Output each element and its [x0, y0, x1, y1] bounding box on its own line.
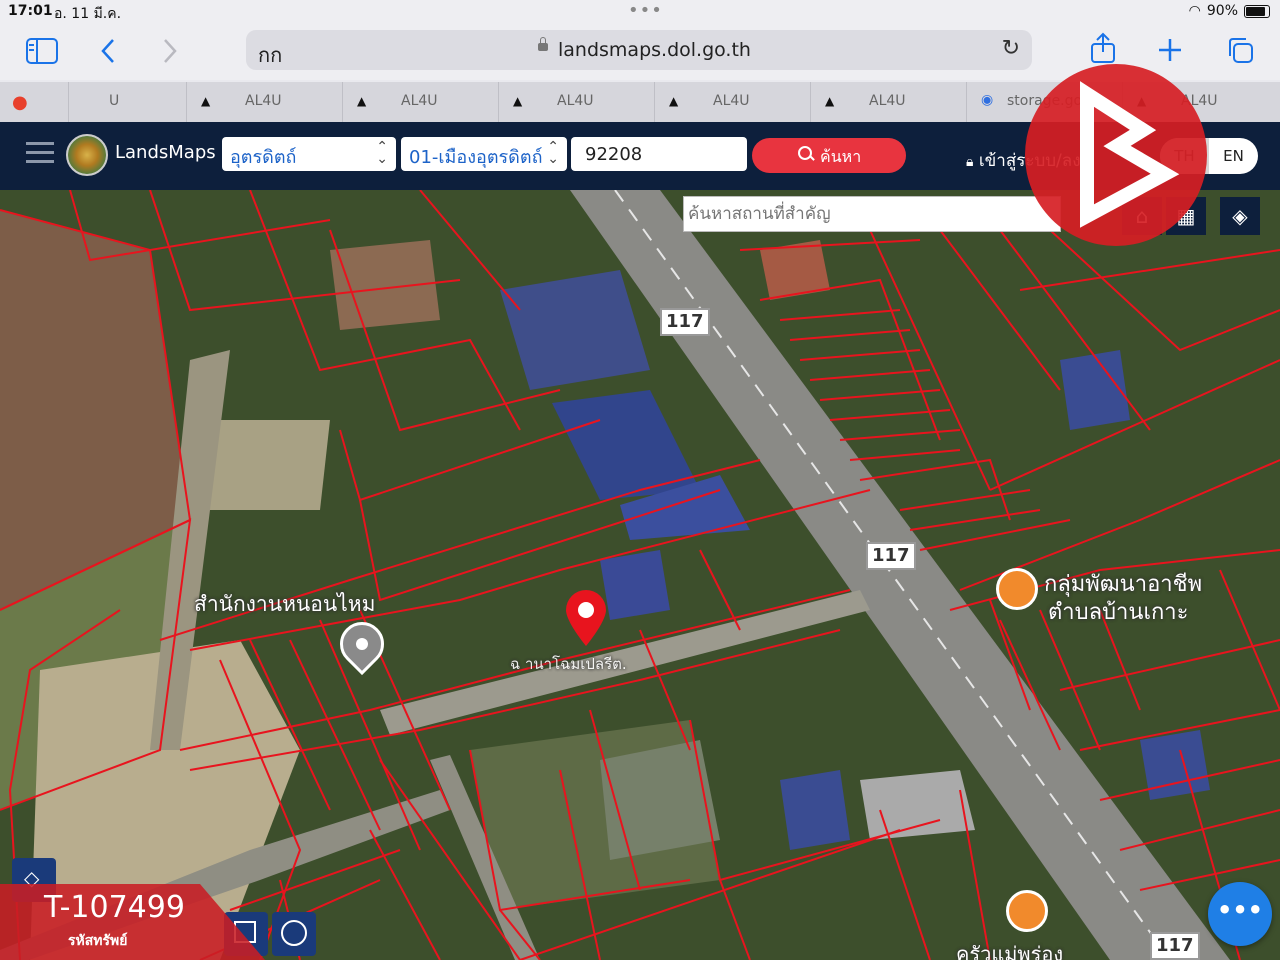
province-select[interactable]: อุตรดิตถ์ ⌃ ⌄ — [222, 137, 396, 171]
url-text: landsmaps.dol.go.th — [558, 39, 751, 61]
search-icon — [798, 146, 812, 160]
lock-icon: 🔒︎ — [966, 154, 974, 170]
tab-4[interactable]: ▲ AL4U — [498, 82, 655, 122]
forward-icon[interactable] — [162, 38, 178, 64]
reload-icon[interactable]: ↻ — [1002, 36, 1020, 61]
location-pin-icon[interactable] — [564, 590, 608, 648]
clock: 17:01 — [8, 3, 53, 19]
asset-code: T-107499 — [44, 890, 185, 925]
place-marker-dot — [356, 638, 368, 650]
status-bar: 17:01 อ. 11 มี.ค. ••• ◠ 90% — [0, 0, 1280, 24]
new-tab-icon[interactable] — [1158, 38, 1182, 62]
road-number-badge: 117 — [660, 308, 710, 336]
department-seal-logo — [66, 134, 108, 176]
triangle-icon: ▲ — [669, 94, 679, 108]
tab-2[interactable]: ▲ AL4U — [186, 82, 343, 122]
menu-icon[interactable] — [26, 142, 54, 166]
more-options-button[interactable]: ••• — [1208, 882, 1272, 946]
lock-icon — [538, 37, 548, 51]
restaurant-marker-icon[interactable] — [1006, 890, 1048, 932]
battery-status: ◠ 90% — [1189, 3, 1270, 19]
road-number-badge: 117 — [866, 542, 916, 570]
place-label-restaurant: ครัวแม่พร่อง — [956, 942, 1064, 960]
lang-en-button[interactable]: EN — [1209, 138, 1258, 174]
search-button[interactable]: ค้นหา — [752, 138, 906, 173]
layers-icon[interactable]: ◈ — [1220, 197, 1260, 235]
shop-marker-icon[interactable] — [996, 568, 1038, 610]
tab-5[interactable]: ▲ AL4U — [654, 82, 811, 122]
tab-maps[interactable]: ● — [0, 82, 68, 122]
chevron-updown-icon: ⌃ ⌄ — [547, 139, 559, 167]
storage-icon: ◉ — [981, 92, 994, 108]
address-bar[interactable]: กก landsmaps.dol.go.th ↻ — [246, 30, 1032, 70]
triangle-icon: ▲ — [357, 94, 367, 108]
asset-code-caption: รหัสทรัพย์ — [68, 933, 128, 949]
brand-name: LandsMaps — [115, 142, 216, 163]
district-select[interactable]: 01-เมืองอุตรดิตถ์ ⌃ ⌄ — [401, 137, 567, 171]
chevron-updown-icon: ⌃ ⌄ — [376, 139, 388, 167]
tabs-overview-icon[interactable] — [1226, 36, 1254, 64]
multitasking-dots[interactable]: ••• — [628, 0, 663, 21]
brand-b-icon — [1080, 81, 1180, 228]
triangle-icon: ▲ — [513, 94, 523, 108]
back-icon[interactable] — [100, 38, 116, 64]
place-label-group-line2: ตำบลบ้านเกาะ — [1048, 600, 1189, 625]
map-pin-icon: ● — [12, 92, 28, 113]
watermark-logo — [1025, 64, 1207, 246]
share-icon[interactable] — [1090, 32, 1116, 64]
tab-3[interactable]: ▲ AL4U — [342, 82, 499, 122]
place-label-pin-note: ฉ านาโฉมเปลรีต. — [510, 655, 627, 673]
triangle-icon: ▲ — [201, 94, 211, 108]
date: อ. 11 มี.ค. — [54, 6, 122, 22]
road-number-badge: 117 — [1150, 932, 1200, 960]
place-search-input[interactable] — [683, 196, 1061, 232]
satellite-map[interactable]: 117 117 117 สำนักงานหนอนไหม กลุ่มพัฒนาอา… — [0, 190, 1280, 960]
wifi-icon: ◠ — [1188, 3, 1201, 19]
circle-icon — [281, 920, 307, 946]
tab-1[interactable]: U — [68, 82, 187, 122]
text-size-button[interactable]: กก — [258, 39, 282, 71]
battery-percent: 90% — [1206, 3, 1238, 19]
sidebar-icon[interactable] — [26, 38, 58, 64]
tab-6[interactable]: ▲ AL4U — [810, 82, 967, 122]
parcel-number-input[interactable] — [571, 137, 747, 171]
draw-circle-button[interactable] — [272, 912, 316, 956]
battery-icon — [1244, 4, 1270, 18]
place-label-office: สำนักงานหนอนไหม — [194, 592, 376, 616]
triangle-icon: ▲ — [825, 94, 835, 108]
